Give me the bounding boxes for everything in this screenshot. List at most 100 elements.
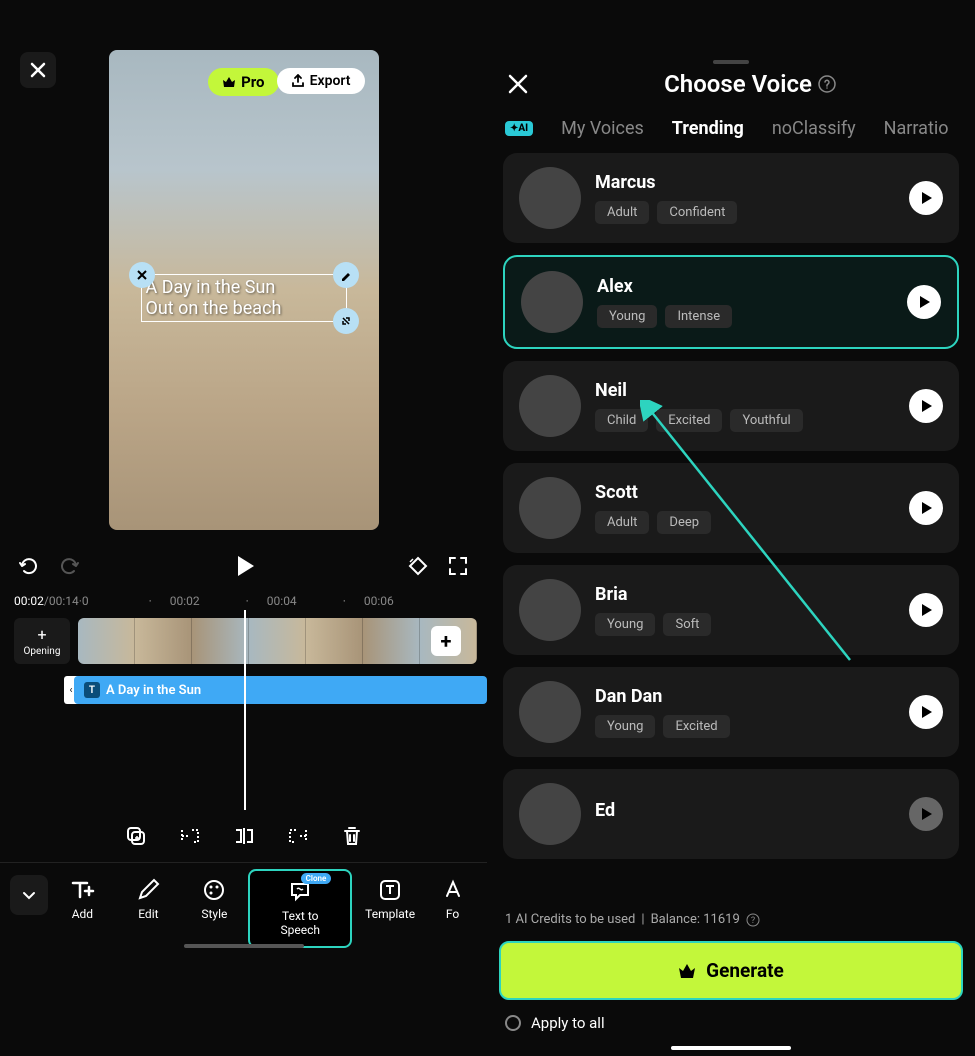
generate-button[interactable]: Generate [499, 941, 963, 1000]
help-icon[interactable]: ? [746, 913, 760, 927]
voice-name: Scott [595, 482, 895, 503]
add-opening-button[interactable]: + Opening [14, 618, 70, 664]
voice-avatar [519, 681, 581, 743]
tab-no-classify[interactable]: noClassify [772, 118, 856, 139]
nav-edit[interactable]: Edit [116, 869, 180, 929]
copy-button[interactable] [122, 822, 150, 850]
voice-tag: Intense [665, 305, 732, 328]
template-icon [377, 877, 403, 903]
split-right-button[interactable] [284, 822, 312, 850]
voice-avatar [521, 271, 583, 333]
voice-name: Bria [595, 584, 895, 605]
palette-icon [201, 877, 227, 903]
voice-card[interactable]: Bria YoungSoft [503, 565, 959, 655]
voice-tag: Adult [595, 201, 649, 224]
total-time: 00:14 [49, 594, 79, 608]
nav-add[interactable]: Add [50, 869, 114, 929]
playhead[interactable] [244, 610, 246, 810]
editor-panel: Pro Export A Day in the Sun Out on the b… [0, 0, 487, 1056]
voice-card[interactable]: Neil ChildExcitedYouthful [503, 361, 959, 451]
text-clip-label: A Day in the Sun [106, 683, 201, 698]
keyframe-button[interactable] [407, 555, 429, 577]
pro-badge[interactable]: Pro [208, 68, 278, 96]
add-clip-button[interactable]: + [431, 626, 461, 656]
play-voice-button[interactable] [907, 285, 941, 319]
text-resize-handle[interactable] [333, 308, 359, 334]
voice-name: Alex [597, 276, 893, 297]
export-button-label: Export [310, 73, 351, 89]
tab-narration[interactable]: Narratio [884, 118, 949, 139]
voice-card[interactable]: Ed [503, 769, 959, 859]
voice-card[interactable]: Marcus AdultConfident [503, 153, 959, 243]
play-button[interactable] [230, 552, 258, 580]
timeline-timecode: 00:02/00:14·0 · 00:02 · 00:04 · 00:06 [0, 592, 487, 610]
current-time: 00:02 [14, 594, 44, 608]
voice-avatar [519, 375, 581, 437]
generate-label: Generate [706, 959, 784, 982]
playback-bar [0, 540, 487, 592]
svg-text:?: ? [751, 916, 755, 926]
text-track[interactable]: T A Day in the Sun [74, 676, 487, 704]
play-voice-button[interactable] [909, 695, 943, 729]
voice-card[interactable]: Scott AdultDeep [503, 463, 959, 553]
delete-button[interactable] [338, 822, 366, 850]
voice-avatar [519, 579, 581, 641]
nav-style-label: Style [201, 907, 227, 921]
fullscreen-button[interactable] [447, 555, 469, 577]
export-button[interactable]: Export [277, 68, 365, 94]
voice-tag: Adult [595, 511, 649, 534]
edit-icon [135, 877, 161, 903]
play-voice-button[interactable] [909, 491, 943, 525]
close-editor-button[interactable] [20, 52, 56, 88]
voice-tag: Youthful [730, 409, 802, 432]
apply-to-all-toggle[interactable]: Apply to all [487, 1004, 975, 1040]
voice-avatar [519, 477, 581, 539]
voice-name: Ed [595, 800, 895, 821]
timeline[interactable]: + Opening + ‹ T A Day in the Sun [0, 610, 487, 810]
split-left-button[interactable] [176, 822, 204, 850]
split-button[interactable] [230, 822, 258, 850]
video-track[interactable] [78, 618, 477, 664]
add-text-icon [69, 877, 95, 903]
play-voice-button[interactable] [909, 389, 943, 423]
credits-balance: Balance: 11619 [651, 912, 740, 927]
text-overlay-line1: A Day in the Sun [146, 277, 342, 298]
voice-tag: Soft [663, 613, 711, 636]
voice-tabs: ✦AI My Voices Trending noClassify Narrat… [487, 118, 975, 153]
nav-tts[interactable]: Clone Text to Speech [248, 869, 352, 948]
video-preview[interactable]: Pro Export A Day in the Sun Out on the b… [109, 50, 379, 530]
redo-button[interactable] [58, 555, 80, 577]
tab-trending[interactable]: Trending [672, 118, 744, 139]
voice-tag: Child [595, 409, 648, 432]
credits-bar: 1 AI Credits to be used | Balance: 11619… [487, 902, 975, 937]
voice-avatar [519, 167, 581, 229]
text-delete-handle[interactable] [129, 262, 155, 288]
voice-card[interactable]: Dan Dan YoungExcited [503, 667, 959, 757]
nav-template[interactable]: Template [354, 869, 426, 929]
timeline-tick: 00:02 [170, 594, 200, 608]
voice-tag: Young [597, 305, 657, 328]
nav-style[interactable]: Style [182, 869, 246, 929]
play-voice-button[interactable] [909, 181, 943, 215]
text-overlay[interactable]: A Day in the Sun Out on the beach [141, 274, 347, 322]
voice-tag: Excited [663, 715, 729, 738]
credits-used: 1 AI Credits to be used [505, 912, 635, 927]
voice-list[interactable]: Marcus AdultConfident Alex YoungIntense … [487, 153, 975, 902]
text-edit-handle[interactable] [333, 262, 359, 288]
speech-bubble-icon: Clone [287, 879, 313, 905]
undo-button[interactable] [18, 555, 40, 577]
voice-name: Neil [595, 380, 895, 401]
timeline-tick: 00:04 [267, 594, 297, 608]
nav-template-label: Template [365, 907, 415, 921]
play-voice-button[interactable] [909, 797, 943, 831]
tab-my-voices[interactable]: My Voices [561, 118, 644, 139]
close-voice-button[interactable] [507, 73, 529, 95]
voice-card[interactable]: Alex Young Intense [503, 255, 959, 349]
play-voice-button[interactable] [909, 593, 943, 627]
nav-collapse-button[interactable] [10, 875, 48, 915]
text-track-icon: T [84, 682, 100, 698]
nav-font[interactable]: Fo [428, 869, 477, 929]
sheet-grabber[interactable] [713, 60, 749, 64]
help-icon[interactable] [818, 75, 836, 93]
font-icon [440, 877, 466, 903]
